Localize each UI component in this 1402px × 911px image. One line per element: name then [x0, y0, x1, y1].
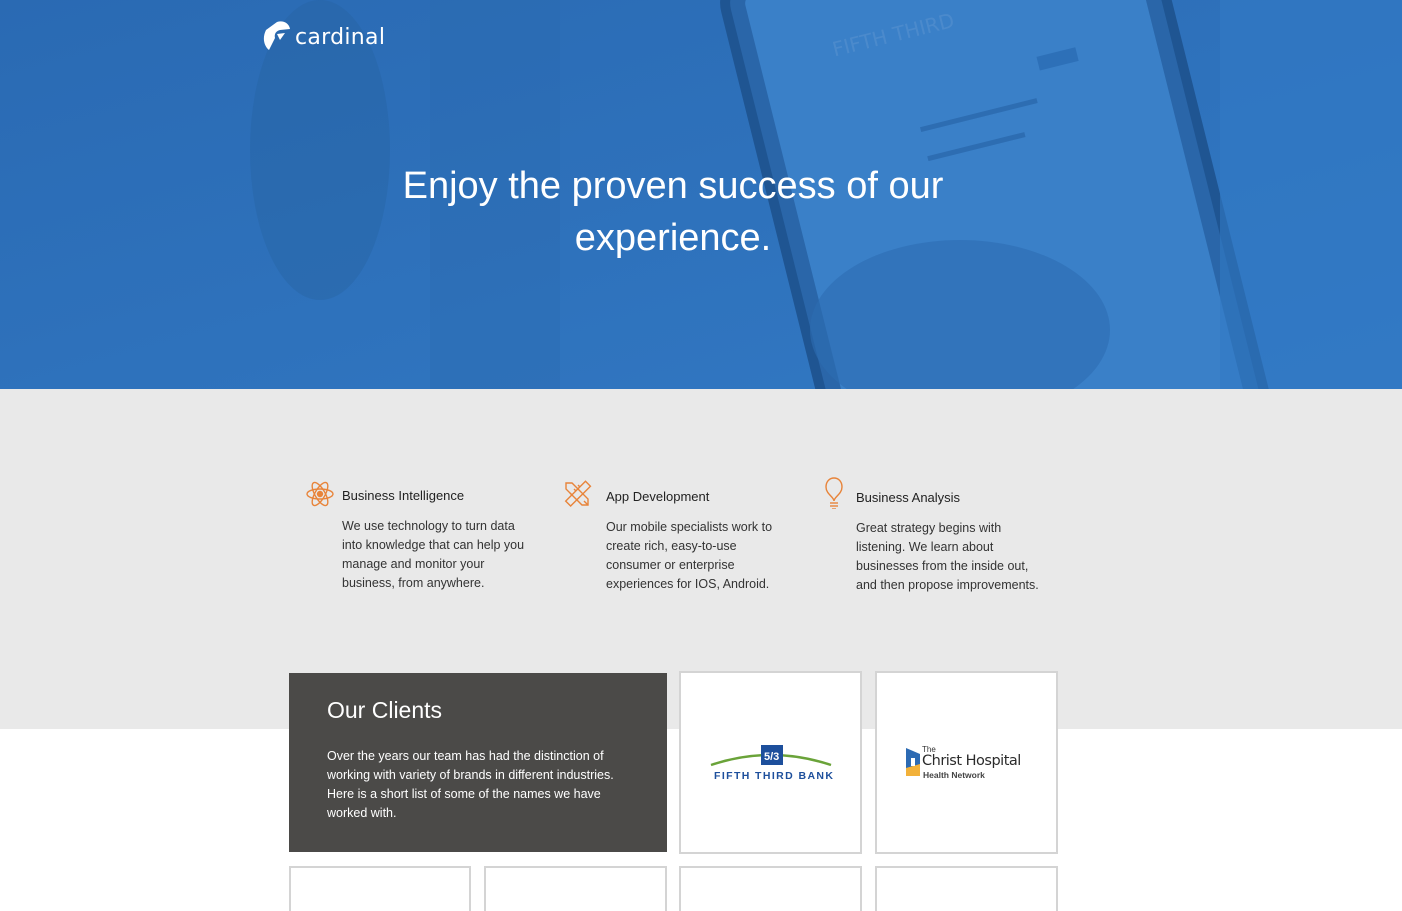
atom-icon: [306, 481, 334, 507]
service-description: Our mobile specialists work to create ri…: [606, 520, 773, 591]
service-title: Business Analysis: [856, 490, 961, 505]
client-tile[interactable]: [484, 866, 667, 911]
brand-logo[interactable]: cardinal: [263, 20, 385, 52]
fifth-third-bank-label: FIFTH THIRD BANK: [714, 770, 835, 782]
client-tile-christ-hospital[interactable]: The Christ Hospital Health Network: [875, 671, 1058, 854]
christ-hospital-logo-icon: [906, 748, 920, 776]
lightbulb-icon: [825, 477, 843, 509]
cardinal-logo-icon: [263, 21, 290, 50]
service-title: App Development: [606, 489, 710, 504]
service-app-development: App Development Our mobile specialists w…: [562, 479, 792, 599]
christ-hospital-name: Christ Hospital: [922, 753, 1021, 769]
hero-title: Enjoy the proven success of our experien…: [402, 165, 944, 259]
service-description: Great strategy begins with listening. We…: [856, 521, 1039, 592]
christ-hospital-subtitle: Health Network: [923, 770, 985, 780]
service-title: Business Intelligence: [342, 488, 465, 503]
client-tile[interactable]: [289, 866, 471, 911]
client-tile[interactable]: [875, 866, 1058, 911]
svg-text:5/3: 5/3: [764, 751, 779, 763]
brand-name: cardinal: [295, 25, 386, 50]
clients-description: Over the years our team has had the dist…: [327, 749, 614, 820]
clients-title: Our Clients: [327, 697, 443, 723]
service-business-intelligence: Business Intelligence We use technology …: [305, 479, 535, 599]
clients-intro: Our Clients Over the years our team has …: [289, 673, 667, 852]
service-business-analysis: Business Analysis Great strategy begins …: [822, 477, 1052, 617]
service-description: We use technology to turn data into know…: [342, 519, 525, 590]
client-tile[interactable]: [679, 866, 862, 911]
client-tile-fifth-third-bank[interactable]: 5/3 FIFTH THIRD BANK: [679, 671, 862, 854]
hero-banner: FIFTH THIRD cardinal Enjoy the proven su…: [0, 0, 1402, 389]
pencil-ruler-icon: [564, 480, 592, 508]
